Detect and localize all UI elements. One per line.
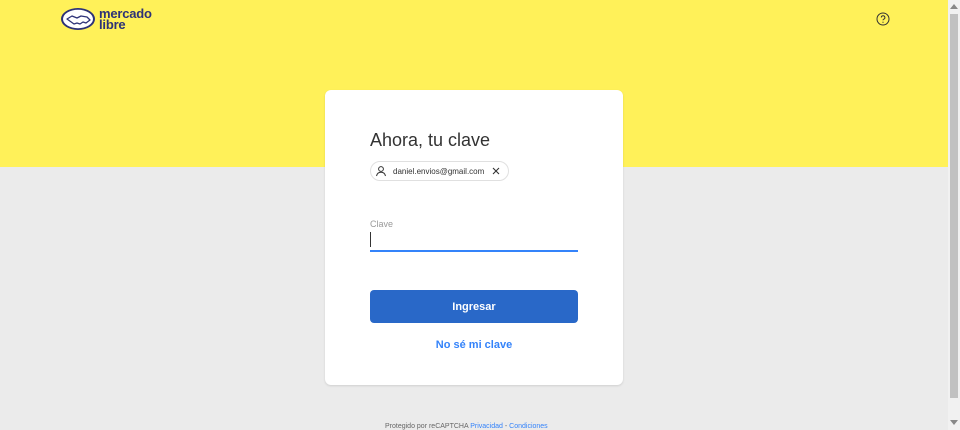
submit-button[interactable]: Ingresar xyxy=(370,290,578,323)
handshake-logo-icon xyxy=(61,8,95,30)
text-cursor xyxy=(370,232,371,247)
forgot-password-link[interactable]: No sé mi clave xyxy=(325,339,623,351)
login-card: Ahora, tu clave daniel.envios@gmail.com … xyxy=(325,90,623,385)
mercado-libre-logo[interactable]: mercado libre xyxy=(60,6,152,32)
page-title: Ahora, tu clave xyxy=(370,130,491,150)
recaptcha-text: Protegido por reCAPTCHA xyxy=(385,423,469,430)
email-chip: daniel.envios@gmail.com xyxy=(370,161,510,181)
password-field[interactable] xyxy=(370,230,578,252)
vertical-scrollbar[interactable] xyxy=(948,0,960,430)
close-icon[interactable] xyxy=(492,167,500,175)
user-icon xyxy=(376,166,386,177)
scrollbar-thumb[interactable] xyxy=(950,14,958,398)
email-text: daniel.envios@gmail.com xyxy=(393,166,485,176)
scroll-down-arrow-icon[interactable] xyxy=(950,420,958,426)
privacy-link[interactable]: Privacidad xyxy=(470,423,503,430)
scroll-up-arrow-icon[interactable] xyxy=(950,3,958,9)
question-circle-icon[interactable] xyxy=(876,12,890,26)
logo-wordmark: mercado libre xyxy=(99,7,152,31)
recaptcha-footer: Protegido por reCAPTCHA Privacidad - Con… xyxy=(385,423,548,430)
password-label: Clave xyxy=(370,219,394,229)
footer-separator: - xyxy=(504,423,508,430)
terms-link[interactable]: Condiciones xyxy=(509,423,548,430)
